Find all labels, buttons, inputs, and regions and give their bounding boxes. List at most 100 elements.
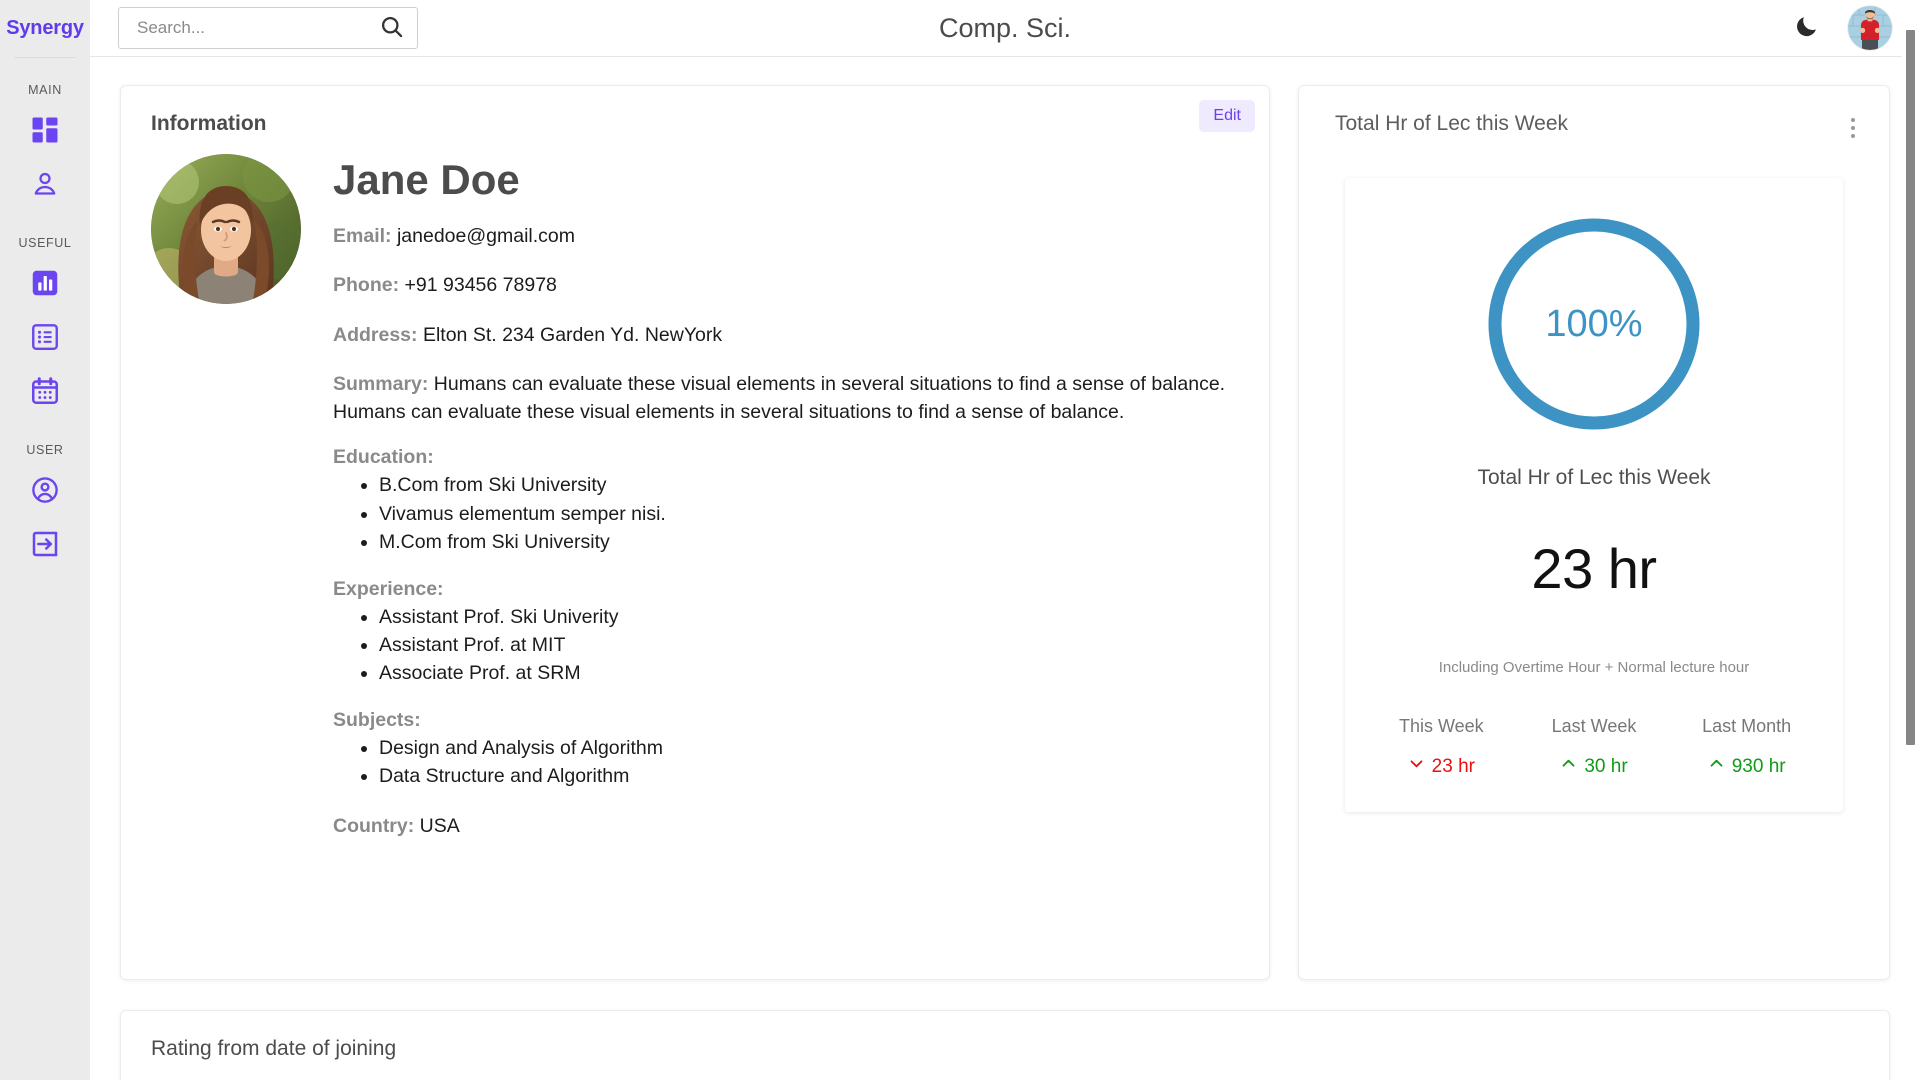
total-hours-card: Total Hr of Lec this Week 100% Total [1298,85,1890,980]
address-label: Address: [333,324,418,346]
summary-field: Summary: Humans can evaluate these visua… [333,370,1239,427]
stat-col-label: This Week [1365,716,1518,737]
topbar: Comp. Sci. [90,0,1920,57]
sidebar-section-main: MAIN [0,83,90,97]
person-icon [30,169,60,199]
content-area: Information Edit [90,57,1920,1080]
summary-label: Summary: [333,373,428,395]
stat-col-number: 23 hr [1432,756,1475,778]
sidebar-divider [14,57,76,58]
topbar-actions [1794,6,1892,50]
stat-col-value: 30 hr [1518,755,1671,778]
moon-icon [1794,13,1820,44]
scrollbar-thumb[interactable] [1906,30,1915,745]
rating-card: Rating from date of joining [120,1010,1890,1080]
edit-button[interactable]: Edit [1199,100,1255,132]
page-scrollbar[interactable] [1902,0,1920,1080]
search-button[interactable] [379,14,405,43]
sidebar-item-calendar[interactable] [0,364,90,418]
sidebar-item-profile[interactable] [0,157,90,211]
chevron-up-icon [1560,755,1577,778]
search-input[interactable] [135,17,379,39]
stat-big-value: 23 hr [1365,536,1823,601]
stat-card-title: Total Hr of Lec this Week [1335,112,1568,136]
list-item: Vivamus elementum semper nisi. [379,500,1239,528]
stat-caption: Total Hr of Lec this Week [1365,466,1823,490]
list-item: Assistant Prof. at MIT [379,631,1239,659]
stat-col-last-week: Last Week 30 hr [1518,716,1671,778]
country-value: USA [420,815,460,837]
search-box[interactable] [118,7,418,49]
education-list: B.Com from Ski University Vivamus elemen… [333,471,1239,555]
education-label: Education: [333,446,1239,469]
list-item: Associate Prof. at SRM [379,659,1239,687]
stat-col-label: Last Week [1518,716,1671,737]
subjects-list: Design and Analysis of Algorithm Data St… [333,734,1239,790]
list-item: M.Com from Ski University [379,528,1239,556]
bar-chart-icon [30,268,60,298]
dashboard-grid-icon [30,115,60,145]
sidebar-item-lists[interactable] [0,310,90,364]
theme-toggle-button[interactable] [1794,13,1820,44]
profile-photo [151,154,301,304]
stat-comparison-grid: This Week 23 hr Last Week [1365,716,1823,778]
stat-col-number: 930 hr [1732,756,1786,778]
app-root: Synergy MAIN USEFUL [0,0,1920,1080]
information-card: Information Edit [120,85,1270,980]
sidebar-section-useful: USEFUL [0,236,90,250]
chevron-up-icon [1708,755,1725,778]
email-value: janedoe@gmail.com [397,225,575,247]
experience-list: Assistant Prof. Ski Univerity Assistant … [333,603,1239,687]
brand-name: Synergy [6,17,84,40]
rating-card-title: Rating from date of joining [151,1037,1859,1061]
address-field: Address: Elton St. 234 Garden Yd. NewYor… [333,321,1239,349]
avatar[interactable] [1848,6,1892,50]
experience-label: Experience: [333,578,1239,601]
kebab-menu-icon[interactable] [1847,112,1859,144]
main-column: Comp. Sci. [90,0,1920,1080]
stat-col-value: 23 hr [1365,755,1518,778]
sidebar-section-user: USER [0,443,90,457]
country-field: Country: USA [333,812,1239,840]
stat-col-this-week: This Week 23 hr [1365,716,1518,778]
stat-card-header: Total Hr of Lec this Week [1299,112,1889,144]
stat-col-label: Last Month [1670,716,1823,737]
stat-card-body: 100% Total Hr of Lec this Week 23 hr Inc… [1345,178,1843,812]
account-circle-icon [30,475,60,505]
brand-logo[interactable]: Synergy [0,0,90,57]
stat-note: Including Overtime Hour + Normal lecture… [1365,659,1823,676]
search-icon [379,14,405,43]
login-arrow-icon [30,529,60,559]
subjects-label: Subjects: [333,709,1239,732]
progress-donut-chart: 100% [1480,210,1708,438]
sidebar: Synergy MAIN USEFUL [0,0,90,1080]
phone-value: +91 93456 78978 [405,274,557,296]
stat-col-value: 930 hr [1670,755,1823,778]
list-item: Data Structure and Algorithm [379,762,1239,790]
email-label: Email: [333,225,392,247]
information-card-title: Information [151,112,1239,136]
profile-details: Jane Doe Email: janedoe@gmail.com Phone:… [333,154,1239,861]
summary-value: Humans can evaluate these visual element… [333,373,1225,423]
donut-percent-label: 100% [1480,210,1708,438]
list-item: Assistant Prof. Ski Univerity [379,603,1239,631]
person-name: Jane Doe [333,158,1239,202]
phone-label: Phone: [333,274,399,296]
sidebar-item-account[interactable] [0,463,90,517]
email-field: Email: janedoe@gmail.com [333,222,1239,250]
list-item: Design and Analysis of Algorithm [379,734,1239,762]
sidebar-item-analytics[interactable] [0,256,90,310]
list-icon [30,322,60,352]
calendar-icon [30,376,60,406]
sidebar-item-logout[interactable] [0,517,90,571]
top-row: Information Edit [120,85,1890,980]
stat-col-number: 30 hr [1584,756,1627,778]
stat-col-last-month: Last Month 930 hr [1670,716,1823,778]
address-value: Elton St. 234 Garden Yd. NewYork [423,324,722,346]
list-item: B.Com from Ski University [379,471,1239,499]
country-label: Country: [333,815,414,837]
chevron-down-icon [1408,755,1425,778]
phone-field: Phone: +91 93456 78978 [333,271,1239,299]
profile-row: Jane Doe Email: janedoe@gmail.com Phone:… [151,154,1239,861]
sidebar-item-dashboard[interactable] [0,103,90,157]
